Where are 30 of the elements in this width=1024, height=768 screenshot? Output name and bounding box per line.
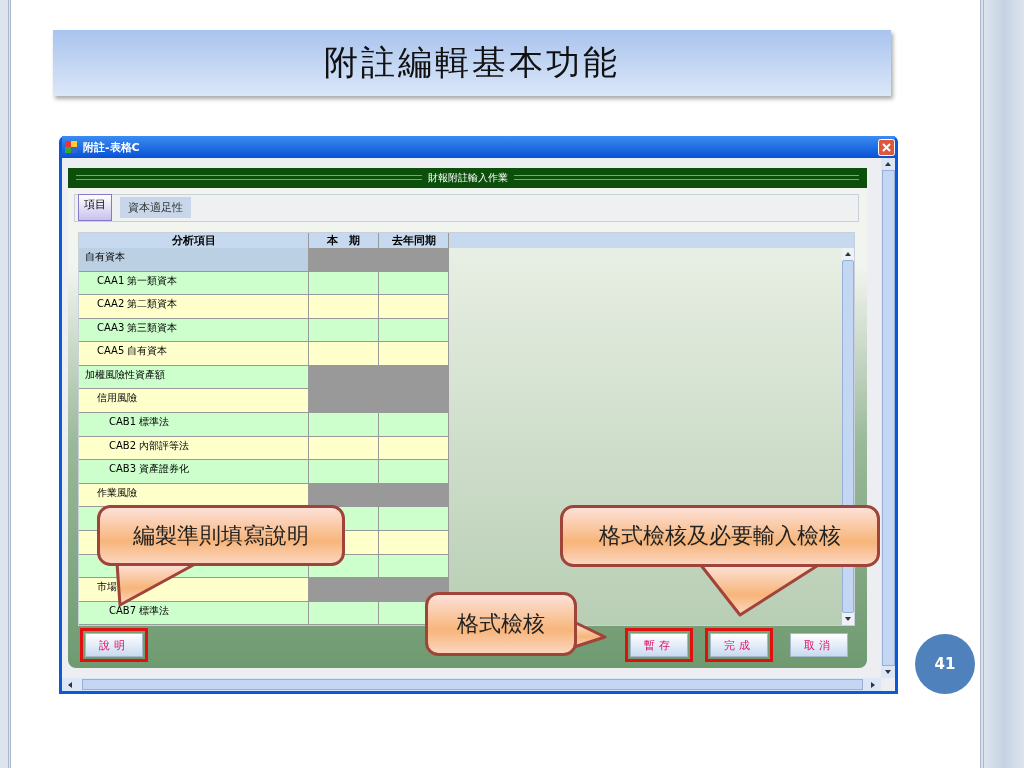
column-header: 分析項目	[79, 232, 309, 248]
window-title: 附註-表格C	[83, 139, 140, 155]
page-number: 41	[915, 634, 975, 694]
table-cell: CAB3 資產證券化	[79, 460, 309, 483]
table-cell: 自有資本	[79, 247, 309, 271]
callout-text: 格式檢核及必要輸入檢核	[599, 522, 841, 550]
table-cell: CAA3 第三類資本	[79, 318, 309, 342]
form-button[interactable]: 暫存	[630, 633, 688, 657]
table-cell: 加權風險性資產額	[79, 365, 309, 389]
table-cell: CAB7 標準法	[79, 601, 309, 625]
scrollbar[interactable]	[881, 158, 895, 678]
form-heading: 財報附註輸入作業	[427, 170, 508, 185]
tab[interactable]: 項目	[78, 194, 112, 222]
form-button[interactable]: 說明	[85, 633, 143, 657]
close-icon[interactable]	[878, 138, 895, 156]
form-button[interactable]: 完成	[710, 633, 768, 657]
table-cell: 信用風險	[79, 389, 309, 413]
table-cell: CAA1 第一類資本	[79, 271, 309, 295]
tab[interactable]: 資本適足性	[120, 197, 191, 219]
slide-title: 附註編輯基本功能	[324, 41, 620, 84]
callout-text: 格式檢核	[457, 610, 545, 638]
table-cell: CAA2 第二類資本	[79, 295, 309, 318]
column-header: 本 期	[309, 232, 379, 248]
app-icon	[65, 141, 77, 153]
table-cell: CAB1 標準法	[79, 413, 309, 436]
callout-text: 編製準則填寫說明	[133, 521, 309, 550]
form-button[interactable]: 取消	[790, 633, 848, 657]
table-cell: CAB2 內部評等法	[79, 436, 309, 460]
scrollbar[interactable]	[62, 678, 881, 691]
table-cell: CAA5 自有資本	[79, 342, 309, 365]
